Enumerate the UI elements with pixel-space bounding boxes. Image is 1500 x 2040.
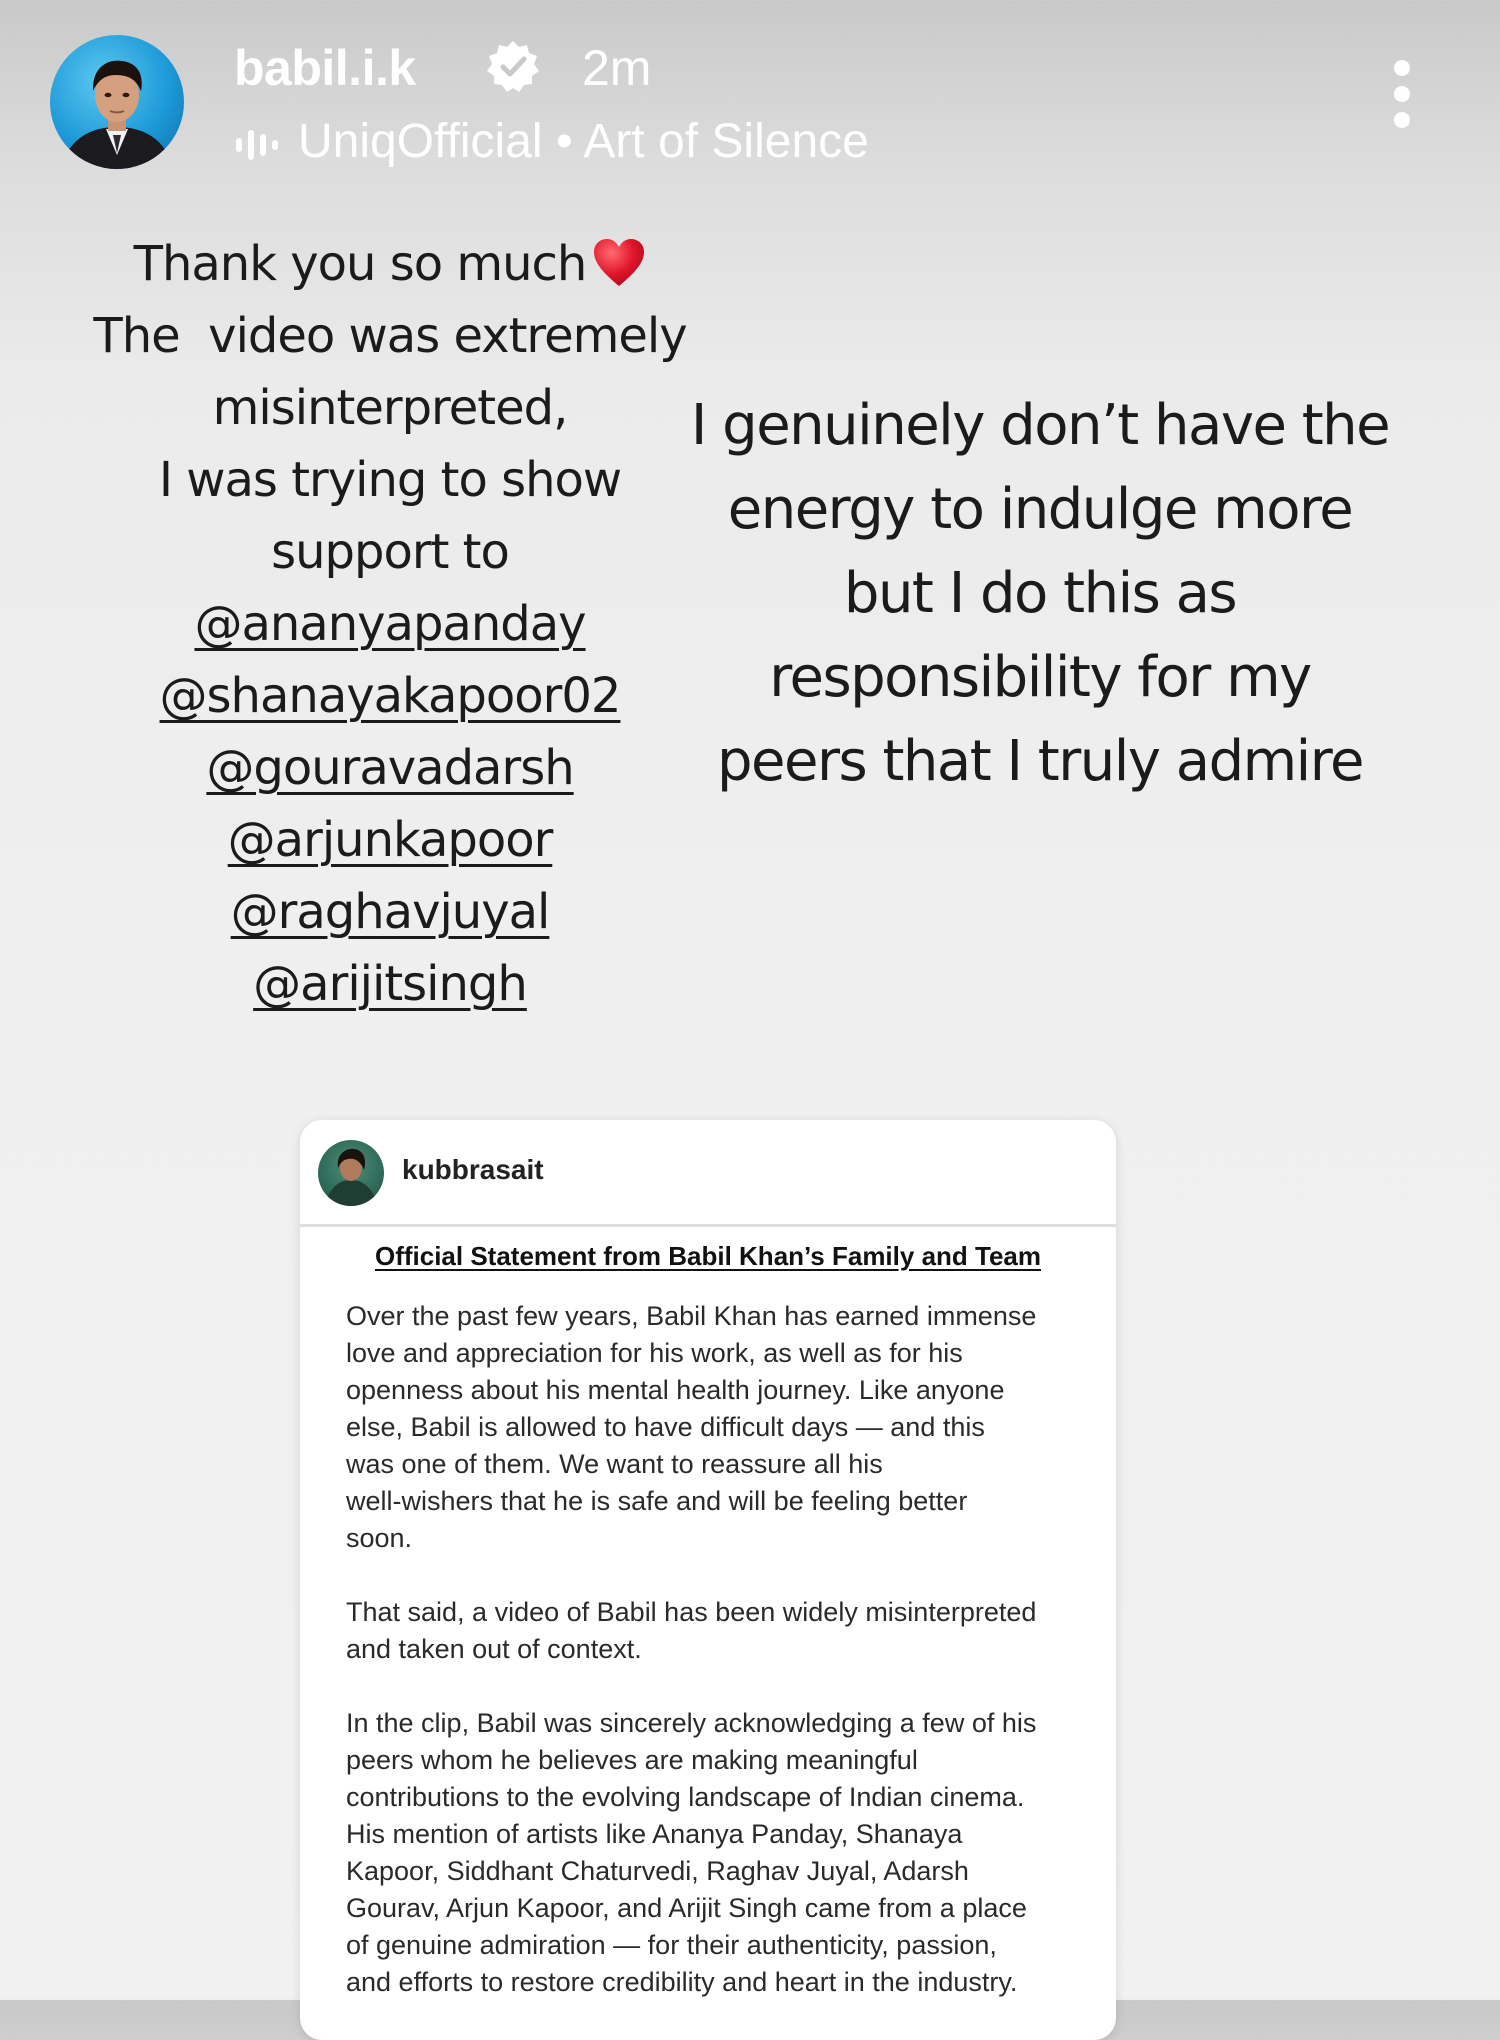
statement-line: openness about his mental health journey… bbox=[346, 1375, 1005, 1405]
story-text-line: I genuinely don’t have the bbox=[690, 393, 1391, 458]
statement-line: of genuine admiration — for their authen… bbox=[346, 1930, 997, 1960]
story-username[interactable]: babil.i.k bbox=[234, 38, 416, 98]
mention-link[interactable]: @shanayakapoor02 bbox=[60, 660, 720, 732]
music-bars-icon bbox=[236, 130, 278, 160]
card-username[interactable]: kubbrasait bbox=[402, 1154, 544, 1186]
avatar-portrait bbox=[60, 60, 174, 169]
avatar[interactable] bbox=[50, 35, 184, 169]
mention-link[interactable]: @ananyapanday bbox=[60, 588, 720, 660]
card-header: kubbrasait bbox=[300, 1120, 1116, 1227]
statement-line: Over the past few years, Babil Khan has … bbox=[346, 1301, 1037, 1331]
statement-line: else, Babil is allowed to have difficult… bbox=[346, 1412, 985, 1442]
story-text-line: energy to indulge more bbox=[727, 477, 1354, 542]
statement-paragraph: Over the past few years, Babil Khan has … bbox=[346, 1298, 1070, 1557]
card-avatar[interactable] bbox=[318, 1140, 384, 1206]
music-track-label[interactable]: UniqOfficial • Art of Silence bbox=[298, 112, 869, 172]
story-text-line: misinterpreted, bbox=[212, 380, 569, 436]
statement-line: peers whom he believes are making meanin… bbox=[346, 1745, 918, 1775]
mention-link[interactable]: @raghavjuyal bbox=[60, 876, 720, 948]
statement-line: His mention of artists like Ananya Panda… bbox=[346, 1819, 963, 1849]
statement-line: Kapoor, Siddhant Chaturvedi, Raghav Juya… bbox=[346, 1856, 969, 1886]
statement-line: Gourav, Arjun Kapoor, and Arijit Singh c… bbox=[346, 1893, 1027, 1923]
heart-icon bbox=[594, 239, 645, 286]
statement-line: and taken out of context. bbox=[346, 1634, 642, 1664]
mention-link[interactable]: @gouravadarsh bbox=[60, 732, 720, 804]
card-avatar-portrait bbox=[324, 1148, 378, 1206]
more-options-icon[interactable] bbox=[1384, 60, 1420, 136]
reposted-post-card[interactable]: kubbrasait Official Statement from Babil… bbox=[300, 1120, 1116, 2040]
statement-line: well-wishers that he is safe and will be… bbox=[346, 1486, 968, 1516]
mention-link[interactable]: @arjunkapoor bbox=[60, 804, 720, 876]
story-text-left: Thank you so much The video was extremel… bbox=[60, 228, 720, 1020]
story-text-line: peers that I truly admire bbox=[717, 729, 1364, 794]
story-text-line: Thank you so much bbox=[60, 228, 720, 300]
statement-line: soon. bbox=[346, 1523, 413, 1553]
story-time-ago: 2m bbox=[582, 40, 652, 96]
statement-body: Over the past few years, Babil Khan has … bbox=[300, 1272, 1116, 2001]
statement-line: In the clip, Babil was sincerely acknowl… bbox=[346, 1708, 1037, 1738]
statement-paragraph: That said, a video of Babil has been wid… bbox=[346, 1594, 1070, 1668]
story-text-line: responsibility for my bbox=[769, 645, 1312, 710]
statement-line: That said, a video of Babil has been wid… bbox=[346, 1597, 1037, 1627]
statement-line: contributions to the evolving landscape … bbox=[346, 1782, 1025, 1812]
verified-badge-icon bbox=[487, 41, 539, 92]
story-text-right: I genuinely don’t have the energy to ind… bbox=[660, 384, 1420, 804]
story-text-line: support to bbox=[271, 524, 510, 580]
story-text-line: but I do this as bbox=[843, 561, 1238, 626]
statement-line: love and appreciation for his work, as w… bbox=[346, 1338, 963, 1368]
statement-paragraph: In the clip, Babil was sincerely acknowl… bbox=[346, 1705, 1070, 2001]
mention-link[interactable]: @arijitsingh bbox=[60, 948, 720, 1020]
statement-line: was one of them. We want to reassure all… bbox=[346, 1449, 883, 1479]
story-text-line: The video was extremely bbox=[93, 308, 687, 364]
statement-title: Official Statement from Babil Khan’s Fam… bbox=[374, 1241, 1042, 1271]
statement-line: and efforts to restore credibility and h… bbox=[346, 1967, 1018, 1997]
story-text-line: I was trying to show bbox=[158, 452, 622, 508]
